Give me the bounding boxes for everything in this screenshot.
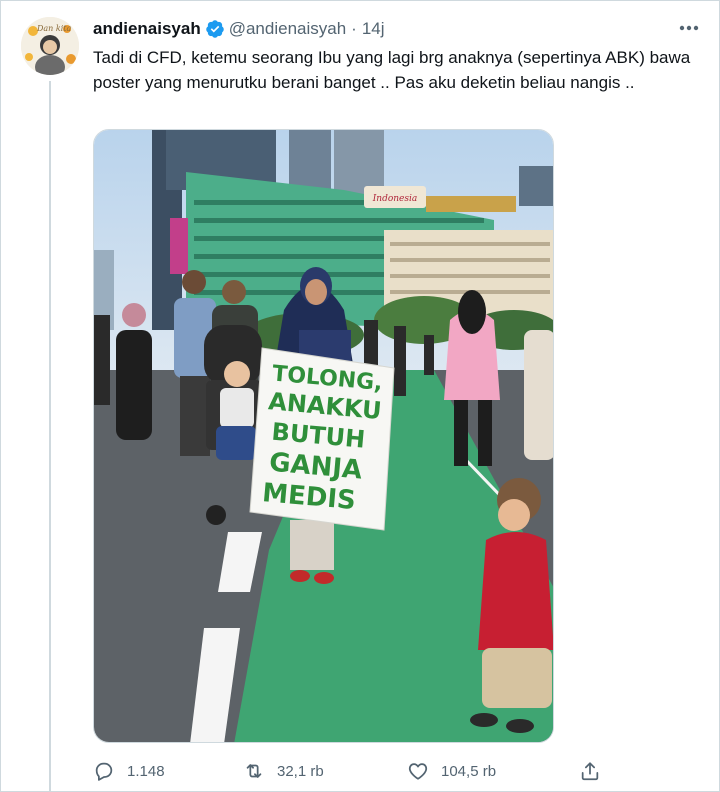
like-count: 104,5 rb	[441, 762, 497, 780]
heart-icon	[408, 763, 428, 780]
more-dots-icon	[679, 25, 699, 31]
separator-dot: ·	[351, 19, 357, 38]
tweet-text: Tadi di CFD, ketemu seorang Ibu yang lag…	[93, 48, 691, 92]
share-button[interactable]	[579, 757, 601, 785]
tweet-timestamp[interactable]: 14j	[362, 19, 385, 39]
tweet-card: Dan kita andienaisyah @andienaisyah · 14…	[0, 0, 720, 792]
avatar[interactable]: Dan kita	[21, 17, 79, 75]
more-options-button[interactable]	[675, 17, 703, 39]
author-name[interactable]: andienaisyah	[93, 19, 201, 39]
avatar-image: Dan kita	[21, 17, 79, 75]
photo-scene: Indonesia TOLONG, ANAKKU BUTUH GANJA MED…	[94, 130, 553, 742]
avatar-lettering: Dan kita	[36, 24, 72, 33]
thread-line	[49, 81, 51, 792]
reply-icon	[95, 762, 113, 781]
author-handle[interactable]: @andienaisyah	[229, 19, 346, 39]
retweet-button[interactable]: 32,1 rb	[243, 757, 324, 785]
share-icon	[581, 762, 599, 781]
like-button[interactable]: 104,5 rb	[407, 757, 496, 785]
rooftop-sign-text: Indonesia	[372, 194, 418, 204]
reply-count: 1.148	[127, 762, 165, 780]
verified-badge-icon	[205, 20, 224, 38]
tweet-header: andienaisyah @andienaisyah · 14j	[93, 17, 385, 41]
retweet-count: 32,1 rb	[277, 762, 324, 780]
tweet-actions: 1.148 32,1 rb 104,5 rb	[93, 757, 613, 785]
tweet-photo[interactable]: Indonesia TOLONG, ANAKKU BUTUH GANJA MED…	[93, 129, 554, 743]
retweet-icon	[246, 764, 262, 778]
reply-button[interactable]: 1.148	[93, 757, 165, 785]
